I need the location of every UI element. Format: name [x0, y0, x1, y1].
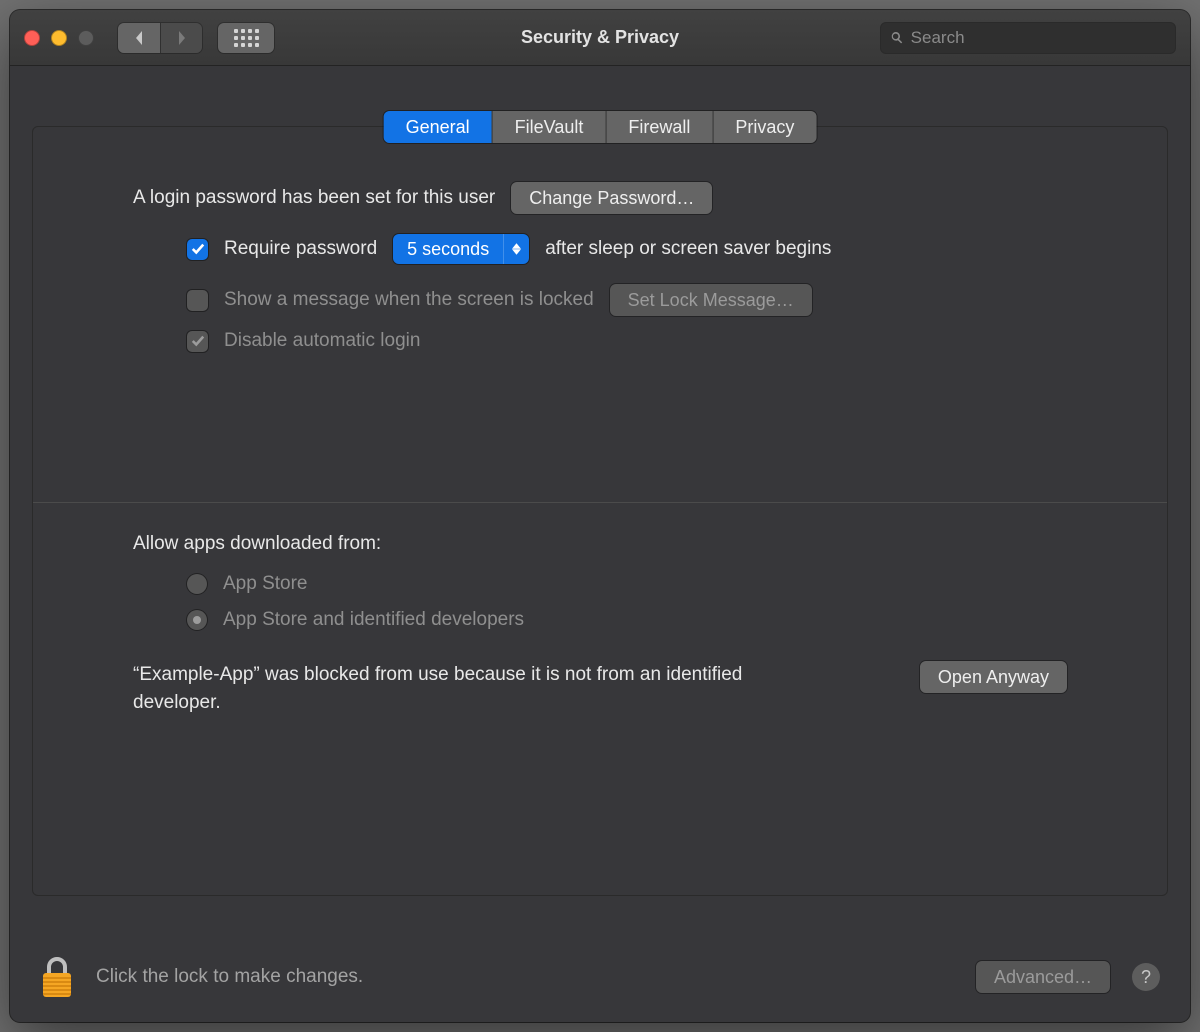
check-icon — [191, 242, 205, 256]
lock-hint: Click the lock to make changes. — [96, 966, 363, 988]
require-password-checkbox[interactable] — [187, 239, 208, 260]
forward-button — [160, 23, 202, 53]
stepper-icon — [503, 234, 529, 264]
after-sleep-label: after sleep or screen saver begins — [545, 238, 831, 260]
check-icon — [191, 334, 205, 348]
help-button[interactable]: ? — [1132, 963, 1160, 991]
login-password-label: A login password has been set for this u… — [133, 187, 495, 209]
radio-identified-developers — [187, 610, 207, 630]
footer: Click the lock to make changes. Advanced… — [10, 932, 1190, 1022]
chevron-right-icon — [176, 30, 188, 46]
search-field[interactable] — [880, 22, 1176, 54]
lock-icon[interactable] — [40, 955, 74, 999]
blocked-app-message: “Example-App” was blocked from use becau… — [133, 661, 793, 716]
grid-icon — [234, 29, 259, 47]
allow-apps-heading: Allow apps downloaded from: — [133, 533, 381, 555]
show-all-button[interactable] — [218, 23, 274, 53]
require-password-label: Require password — [224, 238, 377, 260]
open-anyway-button[interactable]: Open Anyway — [920, 661, 1067, 693]
tab-bar: General FileVault Firewall Privacy — [384, 111, 817, 143]
divider — [33, 502, 1167, 503]
minimize-window-button[interactable] — [51, 30, 67, 46]
radio-app-store — [187, 574, 207, 594]
close-window-button[interactable] — [24, 30, 40, 46]
tab-firewall[interactable]: Firewall — [605, 111, 712, 143]
search-input[interactable] — [911, 28, 1167, 48]
disable-auto-login-checkbox — [187, 331, 208, 352]
search-icon — [889, 29, 905, 46]
titlebar: Security & Privacy — [10, 10, 1190, 66]
disable-auto-login-label: Disable automatic login — [224, 330, 420, 352]
advanced-button: Advanced… — [976, 961, 1110, 993]
radio-identified-developers-label: App Store and identified developers — [223, 609, 524, 631]
tab-privacy[interactable]: Privacy — [712, 111, 816, 143]
chevron-left-icon — [133, 30, 145, 46]
back-button[interactable] — [118, 23, 160, 53]
show-message-label: Show a message when the screen is locked — [224, 289, 594, 311]
settings-panel: General FileVault Firewall Privacy A log… — [32, 126, 1168, 896]
change-password-button[interactable]: Change Password… — [511, 182, 712, 214]
set-lock-message-button: Set Lock Message… — [610, 284, 812, 316]
window-controls — [24, 30, 94, 46]
tab-filevault[interactable]: FileVault — [492, 111, 606, 143]
tab-general[interactable]: General — [384, 111, 492, 143]
radio-app-store-label: App Store — [223, 573, 308, 595]
zoom-window-button — [78, 30, 94, 46]
nav-segment — [118, 23, 202, 53]
window: Security & Privacy General FileVault Fir… — [10, 10, 1190, 1022]
require-password-delay-select[interactable]: 5 seconds — [393, 234, 529, 264]
content-area: General FileVault Firewall Privacy A log… — [10, 66, 1190, 932]
show-message-checkbox — [187, 290, 208, 311]
require-password-delay-value: 5 seconds — [393, 239, 503, 260]
